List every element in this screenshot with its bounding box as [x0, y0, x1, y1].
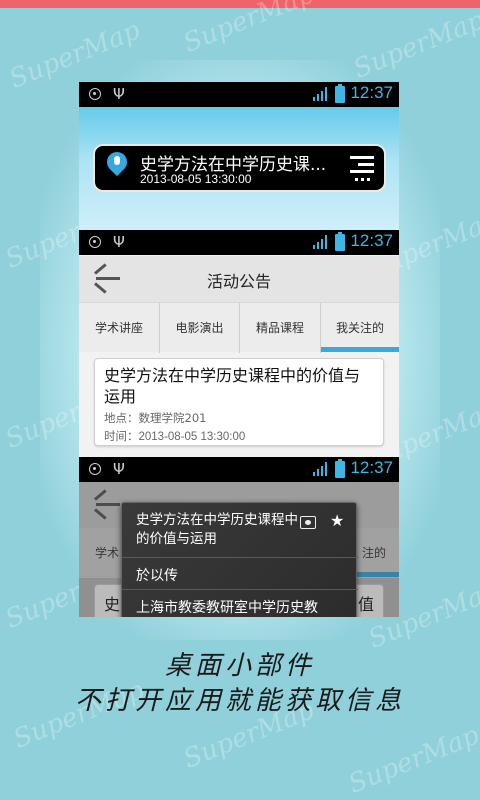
status-clock: 12:37 — [350, 458, 393, 477]
signal-icon — [313, 235, 327, 249]
page-title: 活动公告 — [206, 272, 271, 291]
event-card[interactable]: 史学方法在中学历史课程中的价值与运用 地点：数理学院201 时间：2013-08… — [94, 358, 384, 446]
status-bar: Ψ 12:37 — [79, 82, 399, 107]
event-time: 时间：2013-08-05 13:30:00 — [104, 431, 246, 443]
status-bar: Ψ 12:37 — [79, 230, 399, 255]
gps-icon — [89, 88, 101, 100]
caption-subheading: 不打开应用就能获取信息 — [74, 686, 405, 716]
battery-icon — [335, 84, 345, 103]
tab-films[interactable]: 电影演出 — [159, 303, 239, 353]
category-tabs: 学术讲座 电影演出 精品课程 我关注的 — [79, 302, 399, 353]
active-tab-indicator — [321, 347, 399, 352]
widget-event-time: 2013-08-05 13:30:00 — [140, 172, 252, 186]
status-clock: 12:37 — [350, 231, 393, 250]
battery-icon — [335, 459, 345, 478]
signal-icon — [313, 87, 327, 101]
caption-heading: 桌面小部件 — [164, 651, 315, 681]
gps-icon — [89, 463, 101, 475]
popup-organization-row[interactable]: 上海市教委教研室中学历史教 — [122, 589, 358, 617]
watermark-logo: SuperMap — [344, 720, 480, 800]
tab-following[interactable]: 我关注的 — [320, 303, 399, 353]
popup-speaker: 於以传 — [136, 568, 178, 584]
popup-organization: 上海市教委教研室中学历史教 — [136, 600, 318, 616]
home-screen-wallpaper: 史学方法在中学历史课... 2013-08-05 13:30:00 — [79, 107, 399, 230]
tab-courses[interactable]: 精品课程 — [239, 303, 320, 353]
phone-screenshot: Ψ 12:37 史学方法在中学历史课... 2013-08-05 13:30:0… — [79, 82, 399, 617]
status-bar: Ψ 12:37 — [79, 457, 399, 482]
event-popup: 史学方法在中学历史课程中的价值与运用 ★ 於以传 上海市教委教研室中学历史教 — [121, 502, 358, 617]
gps-icon — [89, 236, 101, 248]
usb-icon: Ψ — [113, 85, 125, 103]
status-clock: 12:37 — [350, 83, 393, 102]
battery-icon — [335, 232, 345, 251]
usb-icon: Ψ — [113, 460, 125, 478]
event-widget[interactable]: 史学方法在中学历史课... 2013-08-05 13:30:00 — [93, 144, 386, 192]
app-header: 活动公告 — [79, 256, 399, 302]
map-icon[interactable] — [300, 516, 316, 529]
usb-icon: Ψ — [113, 233, 125, 251]
tab-lectures[interactable]: 学术讲座 — [79, 303, 159, 353]
event-title: 史学方法在中学历史课程中的价值与运用 — [104, 366, 361, 406]
star-icon[interactable]: ★ — [330, 511, 344, 530]
popup-title: 史学方法在中学历史课程中的价值与运用 — [136, 512, 298, 547]
watermark-logo: SuperMap — [179, 0, 319, 59]
signal-icon — [313, 462, 327, 476]
menu-lines-icon[interactable] — [346, 154, 374, 184]
microphone-location-icon[interactable] — [102, 147, 132, 180]
event-detail-screen: 学术 注的 史 值 史学方法在中学历史课程中的价值与运用 ★ 於以传 上海市教委… — [79, 482, 399, 617]
popup-speaker-row[interactable]: 於以传 — [122, 557, 358, 589]
event-location: 地点：数理学院201 — [104, 411, 207, 425]
